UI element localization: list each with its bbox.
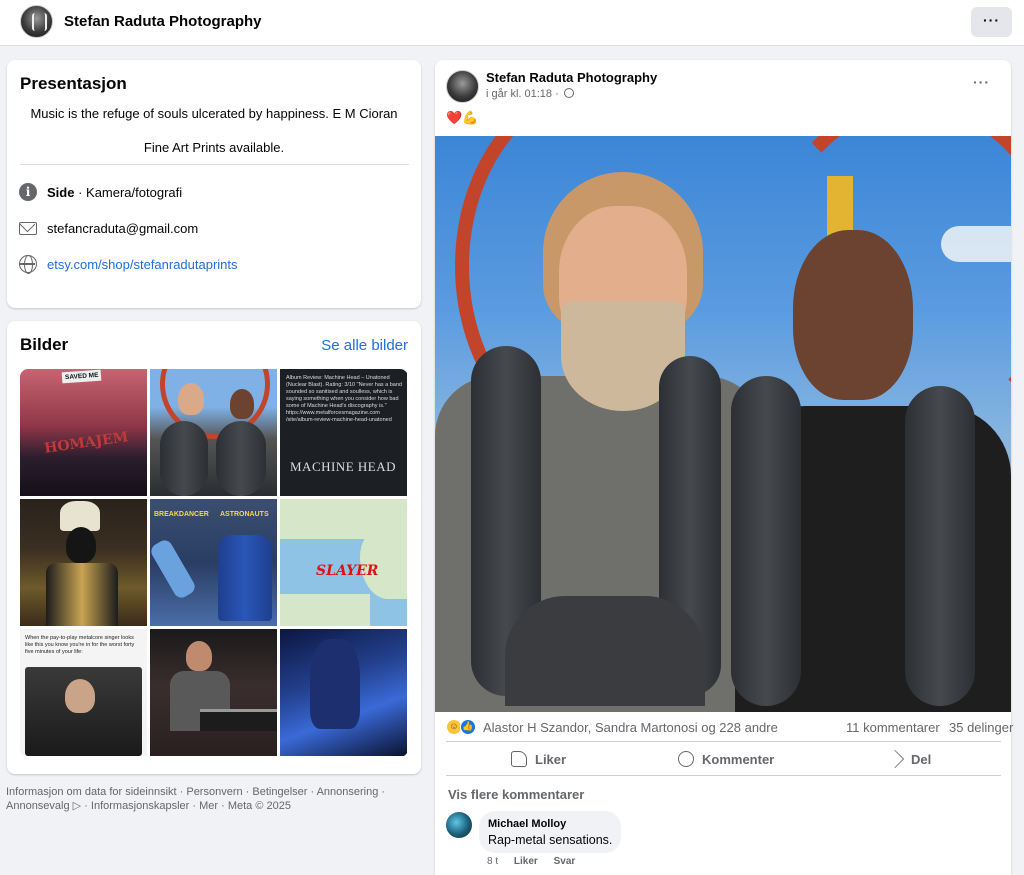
photos-card: Bilder Se alle bilder SAVED ME HOMAJEM A…: [7, 321, 421, 774]
heart-emoji: ❤️: [446, 110, 463, 125]
commenter-name[interactable]: Michael Molloy: [488, 818, 566, 830]
comment-bubble-icon: [678, 751, 694, 767]
seat-bar-shape: [505, 596, 705, 706]
globe-icon: [19, 255, 37, 274]
comment-text: Rap-metal sensations.: [488, 833, 613, 847]
map-land-shape: [280, 594, 370, 626]
review-text: Album Review: Machine Head – Unatoned (N…: [286, 375, 402, 423]
photo-band-logo: HOMAJEM: [43, 429, 130, 457]
seat-shape: [160, 421, 208, 496]
meme-caption: When the pay-to-play metalcore singer lo…: [25, 635, 135, 655]
muscle-emoji: 💪: [462, 110, 479, 125]
comment-label: Kommenter: [702, 752, 775, 767]
globe-icon: [563, 88, 574, 98]
see-all-photos-link[interactable]: Se alle bilder: [321, 337, 408, 354]
intro-title: Presentasjon: [20, 74, 127, 93]
share-arrow-icon: [885, 749, 905, 769]
person-figure: [65, 679, 95, 713]
photo-grid: SAVED ME HOMAJEM Album Review: Machine H…: [20, 369, 408, 757]
person-figure: [178, 383, 204, 415]
photo-thumbnail[interactable]: SLAYER: [280, 499, 407, 626]
website-link[interactable]: etsy.com/shop/stefanradutaprints: [47, 257, 238, 272]
like-reaction-icon: 👍: [460, 719, 476, 735]
comment-like-button[interactable]: Liker: [514, 856, 538, 867]
email-text: stefancraduta@gmail.com: [47, 221, 199, 236]
harness-shape: [731, 376, 801, 706]
more-options-button[interactable]: ···: [971, 7, 1012, 37]
person-figure: [150, 537, 198, 601]
shares-count[interactable]: 35 delinger: [949, 720, 1013, 735]
share-label: Del: [911, 752, 932, 767]
person-figure: [66, 527, 96, 563]
post-author-name[interactable]: Stefan Raduta Photography: [486, 70, 657, 85]
email-icon: [19, 222, 37, 235]
page-avatar[interactable]: [20, 5, 53, 38]
photo-thumbnail[interactable]: [20, 499, 147, 626]
category-label: Side: [47, 185, 75, 200]
divider: [446, 741, 1001, 742]
divider: [20, 164, 409, 165]
post-caption: ❤️💪: [446, 110, 478, 126]
astronauts-group: [218, 535, 272, 621]
intro-card: Presentasjon Music is the refuge of soul…: [7, 60, 421, 308]
person-figure: [186, 641, 212, 671]
photo-label-left: BREAKDANCER: [154, 511, 209, 518]
post-options-button[interactable]: ···: [973, 74, 990, 90]
robe-shape: [46, 563, 118, 626]
info-icon: i: [19, 183, 37, 201]
view-more-comments-link[interactable]: Vis flere kommentarer: [448, 787, 584, 802]
photo-thumbnail[interactable]: [150, 629, 277, 756]
photo-thumbnail[interactable]: When the pay-to-play metalcore singer lo…: [20, 629, 147, 756]
photo-thumbnail[interactable]: Album Review: Machine Head – Unatoned (N…: [280, 369, 407, 496]
category-value: · Kamera/fotografi: [74, 185, 183, 200]
footer-links[interactable]: Informasjon om data for sideinnsikt · Pe…: [6, 785, 416, 813]
reaction-names[interactable]: Alastor H Szandor, Sandra Martonosi og 2…: [483, 720, 778, 735]
post-time-text: i går kl. 01:18 ·: [486, 88, 562, 100]
meme-photo: [25, 667, 142, 756]
comment-bubble: Michael Molloy Rap-metal sensations.: [479, 811, 621, 853]
photo-label-right: ASTRONAUTS: [220, 511, 269, 518]
seat-shape: [216, 421, 266, 496]
post-author-avatar[interactable]: [446, 70, 479, 103]
comment-reply-button[interactable]: Svar: [554, 856, 576, 867]
photo-thumbnail[interactable]: [150, 369, 277, 496]
reactions-bar: ☺ 👍 Alastor H Szandor, Sandra Martonosi …: [446, 717, 1013, 737]
keyboard-shape: [200, 709, 277, 731]
photo-thumbnail[interactable]: SAVED ME HOMAJEM: [20, 369, 147, 496]
harness-shape: [905, 386, 975, 706]
post-card: Stefan Raduta Photography i går kl. 01:1…: [435, 60, 1013, 875]
bio-text-prints: Fine Art Prints available.: [143, 140, 285, 155]
comment-time[interactable]: 8 t: [487, 856, 498, 867]
like-label: Liker: [535, 752, 567, 767]
person-figure: [310, 639, 360, 729]
person-figure: [230, 389, 254, 419]
commenter-avatar[interactable]: [446, 812, 472, 838]
photo-sign-text: SAVED ME: [61, 369, 102, 384]
reaction-icons[interactable]: ☺ 👍: [446, 719, 476, 735]
divider: [446, 775, 1001, 776]
band-name-text: MACHINE HEAD: [290, 459, 397, 474]
right-man-face: [793, 230, 913, 400]
thumbs-up-icon: [511, 751, 527, 767]
page-title[interactable]: Stefan Raduta Photography: [64, 13, 262, 30]
comments-count[interactable]: 11 kommentarer: [846, 720, 940, 735]
more-horizontal-icon: ···: [983, 12, 1000, 28]
map-logo-text: SLAYER: [316, 563, 379, 579]
post-photo[interactable]: [435, 136, 1011, 712]
post-timestamp[interactable]: i går kl. 01:18 ·: [486, 88, 574, 100]
page-header-bar: Stefan Raduta Photography ···: [0, 0, 1024, 46]
photo-thumbnail[interactable]: [280, 629, 407, 756]
photos-title: Bilder: [20, 335, 69, 354]
bio-text: Music is the refuge of souls ulcerated b…: [30, 106, 398, 121]
comment-meta: 8 t Liker Svar: [487, 856, 588, 867]
photo-thumbnail[interactable]: BREAKDANCER ASTRONAUTS: [150, 499, 277, 626]
